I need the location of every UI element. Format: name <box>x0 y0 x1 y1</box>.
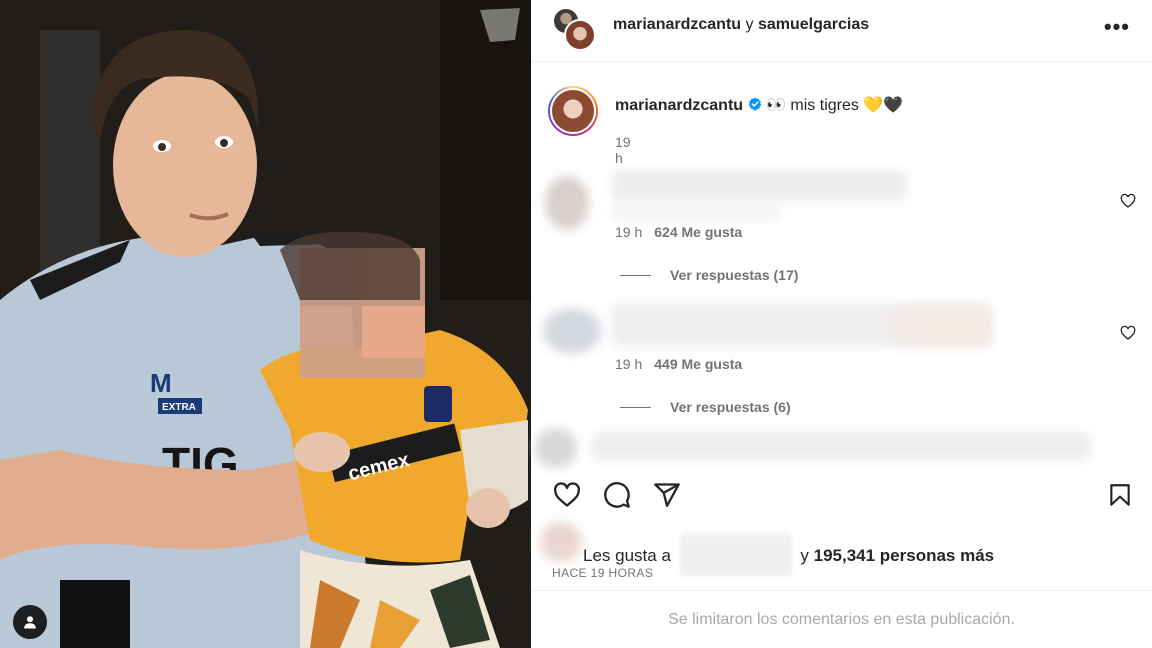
collab-avatars[interactable] <box>552 7 596 51</box>
post-actions <box>531 465 1152 513</box>
svg-text:EXTRA: EXTRA <box>162 402 196 413</box>
avatar[interactable] <box>548 86 598 136</box>
post-authors: marianardzcantu y samuelgarcias <box>613 16 869 34</box>
comment-text-redacted <box>611 202 781 220</box>
comment-meta: 19 h 624 Me gusta <box>615 224 742 240</box>
post-age[interactable]: HACE 19 HORAS <box>552 566 653 580</box>
caption-text: 👀 mis tigres 💛🖤 <box>766 97 904 114</box>
post-details: marianardzcantu y samuelgarcias ••• mari… <box>531 0 1152 648</box>
post-photo[interactable]: M EXTRA TIG cemex <box>0 0 531 648</box>
liker-avatar-redacted[interactable] <box>540 522 582 562</box>
authors-conjunction: y <box>745 16 754 33</box>
comment-timestamp[interactable]: 19 h <box>615 224 642 240</box>
heart-icon[interactable] <box>552 481 582 509</box>
verified-badge-icon <box>748 97 762 111</box>
likes-joiner: y <box>800 546 809 565</box>
view-replies-label: Ver respuestas (6) <box>670 399 791 415</box>
comment-likes-link[interactable]: 449 Me gusta <box>654 356 742 372</box>
caption-line: marianardzcantu 👀 mis tigres 💛🖤 <box>615 95 903 115</box>
likes-prefix: Les gusta a <box>583 546 671 565</box>
replies-divider <box>620 406 651 408</box>
view-replies-button[interactable]: Ver respuestas (17) <box>620 267 798 283</box>
view-replies-button[interactable]: Ver respuestas (6) <box>620 399 791 415</box>
comment-icon[interactable] <box>602 481 632 509</box>
svg-text:M: M <box>150 368 172 398</box>
comment-meta: 19 h 449 Me gusta <box>615 356 742 372</box>
likes-summary: Les gusta a y 195,341 personas más <box>540 522 1140 576</box>
author-username-link[interactable]: samuelgarcias <box>758 16 869 33</box>
comment-text-redacted <box>891 306 991 346</box>
user-icon <box>24 616 36 629</box>
comment-avatar-redacted <box>543 308 601 354</box>
post-header: marianardzcantu y samuelgarcias ••• <box>531 0 1152 62</box>
more-options-icon[interactable]: ••• <box>1104 14 1130 40</box>
share-icon[interactable] <box>652 481 682 509</box>
replies-divider <box>620 274 651 276</box>
comment-text-redacted <box>591 432 1091 460</box>
comment-avatar-redacted <box>535 428 577 468</box>
author-username-link[interactable]: marianardzcantu <box>613 16 741 33</box>
comments-limited-notice: Se limitaron los comentarios en esta pub… <box>531 590 1152 648</box>
caption-timestamp[interactable]: 19 h <box>615 134 631 166</box>
liker-name-redacted[interactable] <box>679 534 792 576</box>
post-image: M EXTRA TIG cemex <box>0 0 531 648</box>
comment-avatar-redacted <box>545 176 589 230</box>
comment-likes-link[interactable]: 624 Me gusta <box>654 224 742 240</box>
heart-icon[interactable] <box>1120 325 1136 341</box>
comment-timestamp[interactable]: 19 h <box>615 356 642 372</box>
bookmark-icon[interactable] <box>1107 481 1133 509</box>
tagged-users-button[interactable] <box>13 605 47 639</box>
comment-text-redacted <box>611 170 907 200</box>
heart-icon[interactable] <box>1120 193 1136 209</box>
likes-count-link[interactable]: 195,341 personas más <box>814 546 995 565</box>
caption-username-link[interactable]: marianardzcantu <box>615 97 743 114</box>
view-replies-label: Ver respuestas (17) <box>670 267 799 283</box>
avatar[interactable] <box>564 19 596 51</box>
